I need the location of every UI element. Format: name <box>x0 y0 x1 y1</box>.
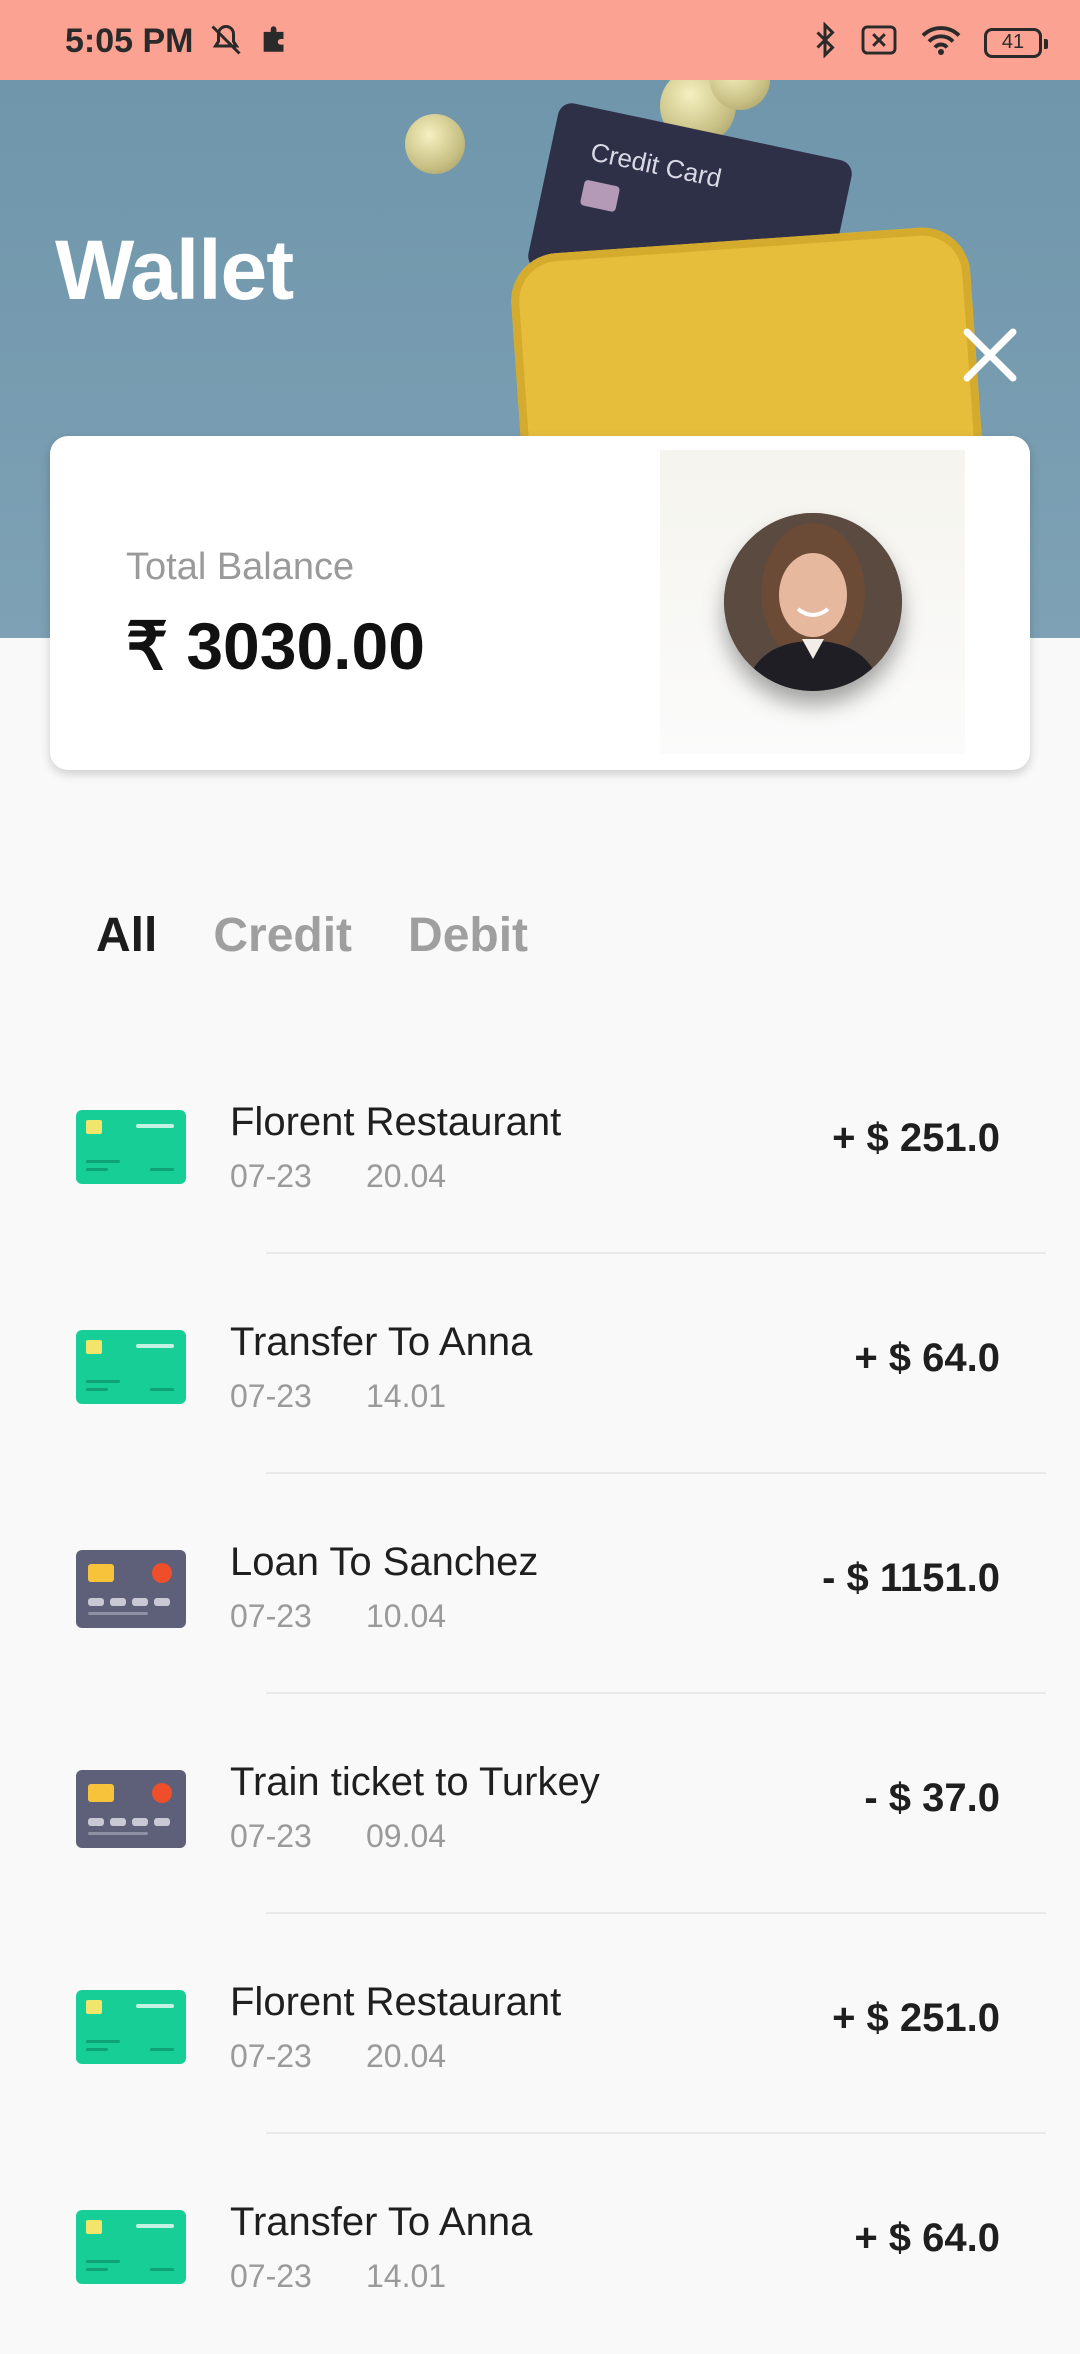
credit-card-icon <box>76 2210 186 2284</box>
list-item[interactable]: Transfer To Anna 07-23 14.01 + $ 64.0 <box>0 1254 1080 1474</box>
balance-card: Total Balance ₹ 3030.00 <box>50 436 1030 770</box>
filter-tabs: All Credit Debit <box>96 908 528 963</box>
transaction-date: 07-23 <box>230 1378 312 1414</box>
transaction-title: Florent Restaurant <box>230 1100 562 1144</box>
tab-all[interactable]: All <box>96 908 157 963</box>
transaction-date: 07-23 <box>230 2038 312 2074</box>
transaction-date: 07-23 <box>230 1818 312 1854</box>
transaction-time: 09.04 <box>366 1818 447 1854</box>
mute-icon <box>208 22 244 63</box>
list-item[interactable]: Transfer To Anna 07-23 14.01 + $ 64.0 <box>0 2134 1080 2354</box>
bluetooth-icon <box>812 21 838 63</box>
list-item[interactable]: Florent Restaurant 07-23 20.04 + $ 251.0 <box>0 1034 1080 1254</box>
close-button[interactable] <box>958 323 1022 387</box>
transaction-title: Florent Restaurant <box>230 1980 562 2024</box>
balance-label: Total Balance <box>126 546 355 588</box>
transaction-list: Florent Restaurant 07-23 20.04 + $ 251.0… <box>0 1034 1080 2354</box>
wifi-icon <box>920 23 962 62</box>
transaction-date: 07-23 <box>230 2258 312 2294</box>
list-item[interactable]: Florent Restaurant 07-23 20.04 + $ 251.0 <box>0 1914 1080 2134</box>
transaction-time: 10.04 <box>366 1598 447 1634</box>
tab-debit[interactable]: Debit <box>408 908 528 963</box>
tab-credit[interactable]: Credit <box>213 908 352 963</box>
credit-card-icon <box>76 1330 186 1404</box>
debit-card-icon <box>76 1770 186 1848</box>
transaction-time: 14.01 <box>366 2258 447 2294</box>
list-item[interactable]: Train ticket to Turkey 07-23 09.04 - $ 3… <box>0 1694 1080 1914</box>
transaction-date: 07-23 <box>230 1598 312 1634</box>
status-time: 5:05 PM <box>65 22 194 60</box>
transaction-amount: - $ 37.0 <box>864 1776 1000 1820</box>
credit-card-icon <box>76 1990 186 2064</box>
transaction-amount: - $ 1151.0 <box>822 1556 1000 1600</box>
coin-graphic <box>405 114 465 174</box>
transaction-amount: + $ 64.0 <box>854 2216 1000 2260</box>
card-chip <box>579 179 621 213</box>
transaction-amount: + $ 251.0 <box>832 1116 1000 1160</box>
transaction-title: Loan To Sanchez <box>230 1540 539 1584</box>
sim-off-icon <box>860 24 898 61</box>
credit-card-icon <box>76 1110 186 1184</box>
transaction-amount: + $ 64.0 <box>854 1336 1000 1380</box>
transaction-date: 07-23 <box>230 1158 312 1194</box>
status-bar: 5:05 PM 41 <box>0 0 1080 80</box>
battery-icon: 41 <box>984 27 1048 58</box>
transaction-time: 20.04 <box>366 2038 447 2074</box>
transaction-title: Train ticket to Turkey <box>230 1760 600 1804</box>
close-icon <box>963 328 1017 382</box>
debit-card-icon <box>76 1550 186 1628</box>
avatar-frame <box>660 450 965 754</box>
transaction-amount: + $ 251.0 <box>832 1996 1000 2040</box>
balance-value: ₹ 3030.00 <box>126 609 425 683</box>
transaction-title: Transfer To Anna <box>230 1320 533 1364</box>
avatar[interactable] <box>723 513 902 691</box>
page-title: Wallet <box>55 223 294 317</box>
transaction-title: Transfer To Anna <box>230 2200 533 2244</box>
list-item[interactable]: Loan To Sanchez 07-23 10.04 - $ 1151.0 <box>0 1474 1080 1694</box>
transaction-time: 20.04 <box>366 1158 447 1194</box>
transaction-time: 14.01 <box>366 1378 447 1414</box>
puzzle-icon <box>258 22 292 63</box>
